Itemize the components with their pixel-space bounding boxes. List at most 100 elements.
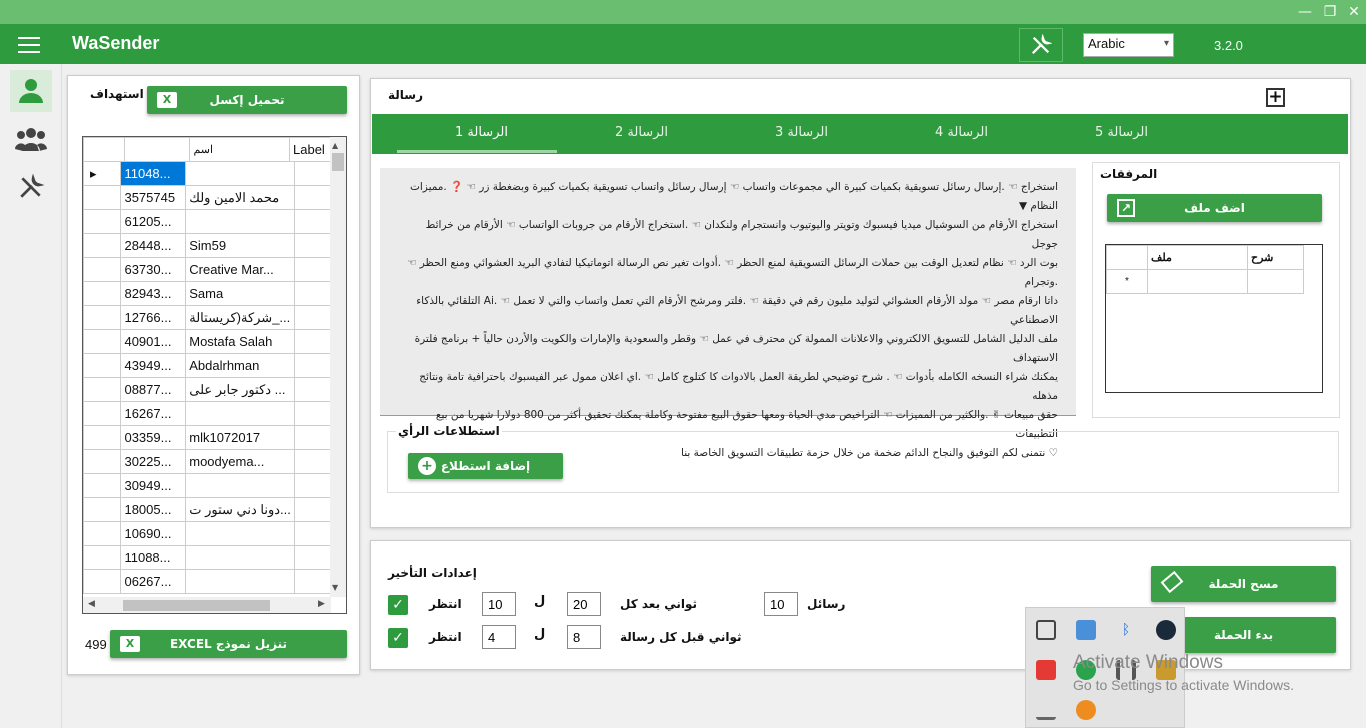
number-cell[interactable]: 06267...: [120, 569, 187, 594]
name-cell[interactable]: [185, 473, 295, 498]
table-row[interactable]: 16267...: [83, 401, 332, 426]
table-row[interactable]: 30949...: [83, 473, 332, 498]
table-row[interactable]: 61205...: [83, 209, 332, 234]
label-cell[interactable]: [293, 545, 332, 570]
attachments-table[interactable]: ملف شرح *: [1105, 244, 1323, 393]
delay-row1-max-input[interactable]: [567, 592, 601, 616]
row-selector[interactable]: [83, 545, 122, 570]
number-cell[interactable]: 10690...: [120, 521, 187, 546]
close-button[interactable]: ✕: [1343, 2, 1365, 22]
network-tray-icon[interactable]: [1076, 620, 1096, 640]
horizontal-scrollbar[interactable]: ◀ ▶: [83, 597, 331, 613]
number-cell[interactable]: 18005...: [120, 497, 187, 522]
number-cell[interactable]: 11048...: [120, 161, 187, 186]
delay-row2-max-input[interactable]: [567, 625, 601, 649]
name-cell[interactable]: شركة(كريستالة_...: [185, 305, 295, 330]
name-cell[interactable]: Mostafa Salah: [185, 329, 295, 354]
row-selector[interactable]: [83, 497, 122, 522]
name-cell[interactable]: [185, 545, 295, 570]
name-cell[interactable]: Sama: [185, 281, 295, 306]
table-row[interactable]: 08877... دكتور جابر على ...: [83, 377, 332, 402]
name-cell[interactable]: محمد الامين ولك: [185, 185, 295, 210]
label-cell[interactable]: [293, 401, 332, 426]
label-cell[interactable]: [293, 521, 332, 546]
number-cell[interactable]: 12766...: [120, 305, 187, 330]
sidebar-item-tools[interactable]: [10, 166, 52, 208]
name-cell[interactable]: Sim59: [185, 233, 295, 258]
table-row[interactable]: 11088...: [83, 545, 332, 570]
upload-excel-button[interactable]: X تحميل إكسل: [147, 86, 347, 114]
name-cell[interactable]: Creative Mar...: [185, 257, 295, 282]
tab-message-1[interactable]: الرسالة 1: [455, 125, 508, 140]
number-cell[interactable]: 40901...: [120, 329, 187, 354]
row-selector[interactable]: [83, 305, 122, 330]
contacts-table[interactable]: اسم Label ▸ 11048... 3575745 محمد الامين ول…: [82, 136, 347, 614]
vertical-scrollbar[interactable]: ▲ ▼: [330, 137, 346, 597]
number-cell[interactable]: 08877...: [120, 377, 187, 402]
name-cell[interactable]: دكتور جابر على ...: [185, 377, 295, 402]
row-selector[interactable]: ▸: [83, 161, 122, 186]
label-cell[interactable]: [293, 305, 332, 330]
display-tray-icon[interactable]: [1036, 620, 1056, 640]
table-row[interactable]: 40901... Mostafa Salah: [83, 329, 332, 354]
row-selector[interactable]: [83, 281, 122, 306]
download-template-button[interactable]: X EXCEL تنزيل نموذج: [110, 630, 347, 658]
table-row[interactable]: 30225... moodyema...: [83, 449, 332, 474]
delay-row2-min-input[interactable]: [482, 625, 516, 649]
table-row[interactable]: 18005... دونا دني ستور ت...: [83, 497, 332, 522]
maximize-button[interactable]: ❐: [1319, 2, 1341, 22]
row-selector[interactable]: [83, 377, 122, 402]
name-cell[interactable]: [185, 161, 295, 186]
row-selector[interactable]: [83, 233, 122, 258]
messages-count-input[interactable]: [764, 592, 798, 616]
label-cell[interactable]: [293, 185, 332, 210]
column-header-label[interactable]: Label: [289, 137, 331, 162]
row-selector[interactable]: [83, 425, 122, 450]
number-cell[interactable]: 03359...: [120, 425, 187, 450]
row-selector[interactable]: [83, 329, 122, 354]
tab-message-3[interactable]: الرسالة 3: [775, 125, 828, 140]
table-row[interactable]: 10690...: [83, 521, 332, 546]
language-select[interactable]: Arabic ▾: [1083, 33, 1174, 57]
sidebar-item-contacts[interactable]: [10, 70, 52, 112]
table-row[interactable]: 06267...: [83, 569, 332, 594]
table-row[interactable]: 82943... Sama: [83, 281, 332, 306]
bluetooth-icon[interactable]: ᛒ: [1116, 620, 1136, 640]
attachment-file-cell[interactable]: [1147, 269, 1248, 294]
table-row[interactable]: 03359... mlk1072017: [83, 425, 332, 450]
recorder-tray-icon[interactable]: [1036, 660, 1056, 680]
name-cell[interactable]: moodyema...: [185, 449, 295, 474]
row-selector[interactable]: [83, 185, 122, 210]
number-cell[interactable]: 3575745: [120, 185, 187, 210]
cloud-off-icon[interactable]: [1036, 700, 1056, 720]
name-cell[interactable]: [185, 401, 295, 426]
name-cell[interactable]: Abdalrhman: [185, 353, 295, 378]
name-cell[interactable]: [185, 209, 295, 234]
row-selector[interactable]: [83, 209, 122, 234]
row-selector[interactable]: [83, 569, 122, 594]
name-cell[interactable]: mlk1072017: [185, 425, 295, 450]
row-selector[interactable]: [83, 449, 122, 474]
number-cell[interactable]: 16267...: [120, 401, 187, 426]
horizontal-scroll-thumb[interactable]: [123, 600, 270, 611]
sidebar-item-groups[interactable]: [10, 118, 52, 160]
table-row[interactable]: 3575745 محمد الامين ولك: [83, 185, 332, 210]
number-cell[interactable]: 28448...: [120, 233, 187, 258]
number-cell[interactable]: 30949...: [120, 473, 187, 498]
delay-row1-checkbox[interactable]: ✓: [388, 595, 408, 615]
label-cell[interactable]: [293, 377, 332, 402]
column-header-name[interactable]: اسم: [189, 137, 290, 162]
label-cell[interactable]: [293, 425, 332, 450]
row-selector[interactable]: [83, 257, 122, 282]
attachment-description-cell[interactable]: [1247, 269, 1304, 294]
number-cell[interactable]: 30225...: [120, 449, 187, 474]
number-cell[interactable]: 63730...: [120, 257, 187, 282]
label-cell[interactable]: [293, 449, 332, 474]
row-selector[interactable]: [83, 473, 122, 498]
menu-icon[interactable]: [18, 37, 40, 53]
label-cell[interactable]: [293, 281, 332, 306]
table-row[interactable]: 28448... Sim59: [83, 233, 332, 258]
add-message-icon[interactable]: +: [1266, 88, 1285, 107]
table-row[interactable]: 63730... Creative Mar...: [83, 257, 332, 282]
settings-tools-button[interactable]: [1019, 28, 1063, 62]
